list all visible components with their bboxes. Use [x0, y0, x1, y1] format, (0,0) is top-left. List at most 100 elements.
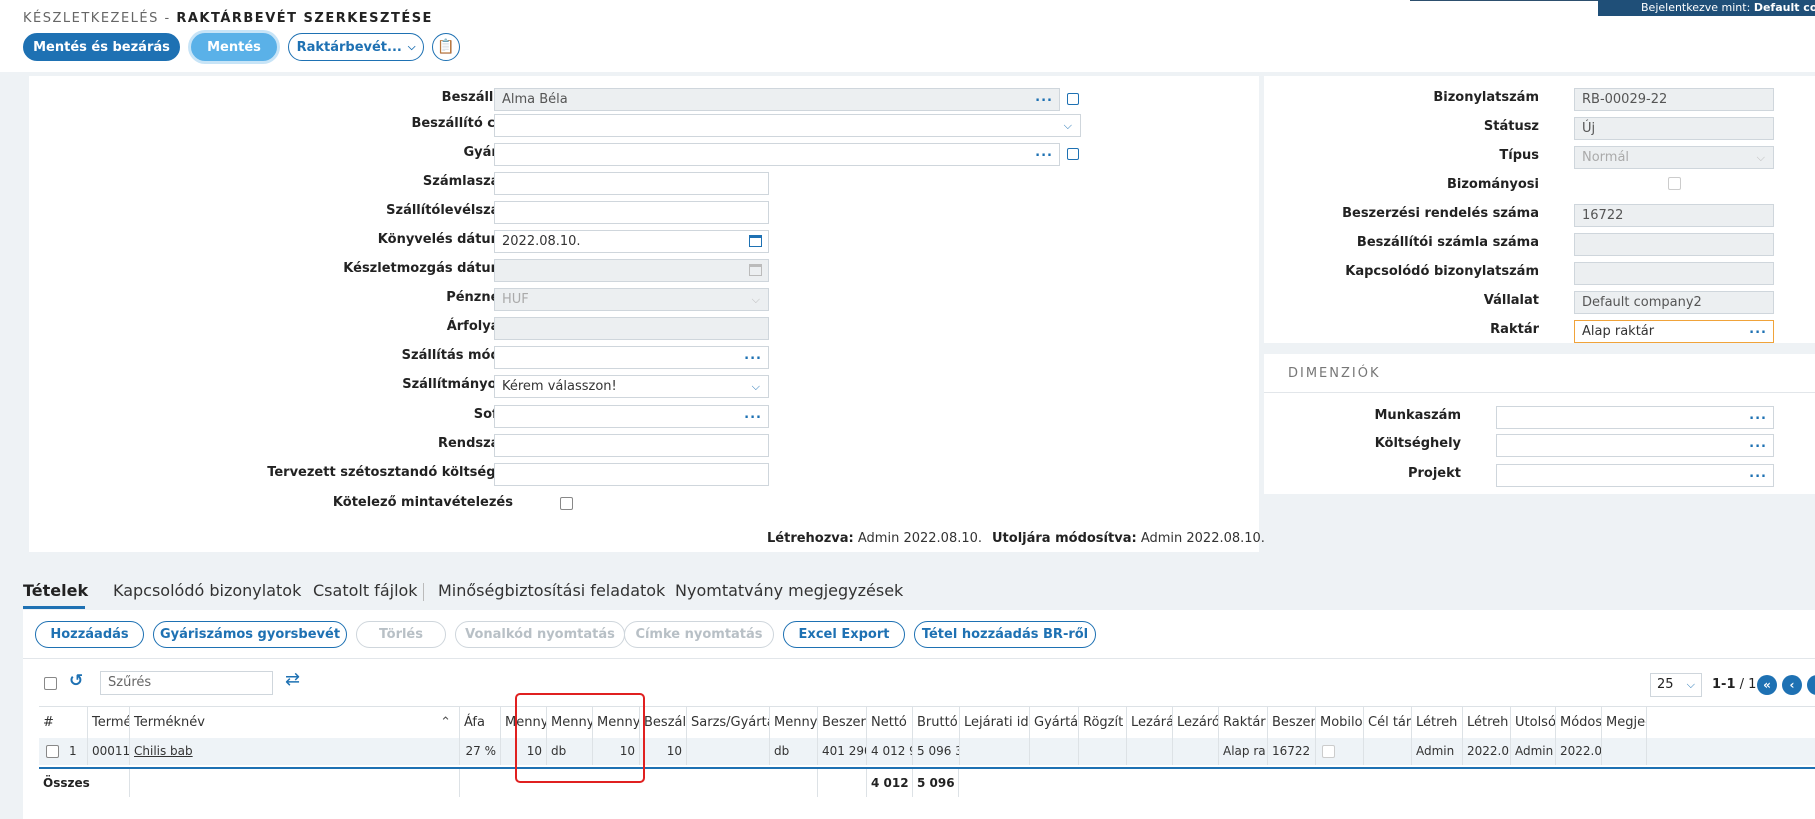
doc-number-field[interactable]: RB-00029-22 [1574, 88, 1774, 111]
serial-quick-receipt-button[interactable]: Gyáriszámos gyorsbevét [153, 621, 347, 648]
sampling-checkbox[interactable] [560, 497, 573, 510]
mobile-cell [1315, 738, 1363, 765]
row-checkbox[interactable] [46, 745, 59, 758]
carrier-select[interactable]: Kérem válasszon! ⌵ [494, 375, 769, 398]
lookup-dots-icon[interactable]: ... [1749, 321, 1767, 340]
lookup-dots-icon[interactable]: ... [744, 406, 762, 425]
tab-attached-files[interactable]: Csatolt fájlok [313, 581, 418, 600]
document-actions-dropdown[interactable]: Raktárbevét... ⌵ [288, 33, 424, 61]
job-number-field[interactable]: ... [1496, 406, 1774, 429]
invoice-number-field[interactable] [494, 172, 769, 195]
warehouse-field[interactable]: Alap raktár ... [1574, 320, 1774, 343]
column-header[interactable]: Sarzs/Gyártá [686, 707, 769, 739]
save-and-close-button[interactable]: Mentés és bezárás [23, 33, 180, 61]
column-header[interactable]: Beszer: [817, 707, 866, 739]
company-field[interactable]: Default company2 [1574, 291, 1774, 314]
column-header[interactable]: Lezárá [1126, 707, 1172, 739]
column-header[interactable]: Terméknév ⌃ [129, 707, 459, 739]
lookup-dots-icon[interactable]: ... [1749, 407, 1767, 426]
breadcrumb-parent[interactable]: KÉSZLETKEZELÉS - [23, 11, 171, 26]
product-name-link[interactable]: Chilis bab [129, 738, 459, 765]
column-header[interactable]: Raktár [1218, 707, 1267, 739]
edit-icon[interactable] [1067, 148, 1079, 160]
column-header[interactable]: Lezáró [1172, 707, 1218, 739]
add-from-receipt-button[interactable]: Tétel hozzáadás BR-ről [914, 621, 1096, 648]
lookup-dots-icon[interactable]: ... [744, 347, 762, 366]
column-header[interactable]: Áfa [459, 707, 500, 739]
planned-costs-field[interactable] [494, 463, 769, 486]
column-header[interactable]: Rögzít [1078, 707, 1126, 739]
supplier-address-select[interactable]: ⌵ [494, 114, 1081, 137]
column-header[interactable]: Létreh [1411, 707, 1462, 739]
status-field[interactable]: Új [1574, 117, 1774, 140]
supplier-field[interactable]: Alma Béla ... [494, 88, 1060, 111]
column-header[interactable]: Beszál [639, 707, 686, 739]
delivery-note-field[interactable] [494, 201, 769, 224]
column-header[interactable]: Utolsó [1510, 707, 1555, 739]
po-number-label: Beszerzési rendelés száma [1342, 206, 1539, 221]
lookup-dots-icon[interactable]: ... [1035, 89, 1053, 108]
column-header[interactable]: # [39, 707, 87, 739]
related-doc-label: Kapcsolódó bizonylatszám [1345, 264, 1539, 279]
created-at-cell: 2022.0 [1462, 738, 1510, 765]
booking-date-field[interactable]: 2022.08.10. [494, 230, 769, 253]
column-header[interactable]: Menny [769, 707, 817, 739]
barcode-print-button[interactable]: Vonalkód nyomtatás [455, 621, 625, 648]
tab-related-documents[interactable]: Kapcsolódó bizonylatok [113, 581, 301, 600]
column-header[interactable]: Nettó [866, 707, 912, 739]
swap-columns-icon[interactable]: ⇄ [285, 669, 300, 690]
driver-field[interactable]: ... [494, 405, 769, 428]
lookup-dots-icon[interactable]: ... [1749, 465, 1767, 484]
manufacturer-field[interactable]: ... [494, 143, 1060, 166]
table-row[interactable]: 1 000119 Chilis bab 27 % 10 db 10 10 db … [39, 738, 1815, 765]
calendar-icon[interactable] [749, 235, 762, 247]
column-header[interactable]: Létreh [1462, 707, 1510, 739]
sort-asc-icon[interactable]: ⌃ [440, 707, 451, 739]
column-header[interactable]: Cél tár [1363, 707, 1411, 739]
column-header[interactable]: Beszer [1267, 707, 1315, 739]
page-size-select[interactable]: 25 ⌵ [1650, 673, 1702, 697]
target-warehouse-cell [1363, 738, 1411, 765]
column-header[interactable]: Termél [87, 707, 129, 739]
supplier-invoice-field[interactable] [1574, 233, 1774, 256]
filter-input[interactable]: Szűrés [100, 671, 273, 695]
add-button[interactable]: Hozzáadás [35, 621, 144, 648]
column-header[interactable]: Lejárati id [959, 707, 1029, 739]
page-header: KÉSZLETKEZELÉS - RAKTÁRBEVÉT SZERKESZTÉS… [0, 0, 1815, 72]
lookup-dots-icon[interactable]: ... [1749, 435, 1767, 454]
excel-export-button[interactable]: Excel Export [783, 621, 905, 648]
project-field[interactable]: ... [1496, 464, 1774, 487]
cost-center-field[interactable]: ... [1496, 434, 1774, 457]
tab-items[interactable]: Tételek [23, 581, 88, 600]
tab-print-notes[interactable]: Nyomtatvány megjegyzések [675, 581, 903, 600]
currency-select[interactable]: HUF ⌵ [494, 288, 769, 311]
column-header[interactable]: Módos [1555, 707, 1601, 739]
column-header[interactable]: Megjeg [1601, 707, 1647, 739]
shipping-mode-field[interactable]: ... [494, 346, 769, 369]
po-number-field[interactable]: 16722 [1574, 204, 1774, 227]
divider [23, 658, 1815, 659]
column-header[interactable]: Mobilo [1315, 707, 1363, 739]
exchange-rate-field[interactable] [494, 317, 769, 340]
column-header[interactable]: Gyártá [1029, 707, 1078, 739]
clipboard-icon[interactable]: 📋 [432, 33, 460, 61]
plate-field[interactable] [494, 434, 769, 457]
type-select[interactable]: Normál ⌵ [1574, 146, 1774, 169]
tab-quality-tasks[interactable]: Minőségbiztosítási feladatok [438, 581, 665, 600]
refresh-icon[interactable]: ↺ [69, 671, 83, 691]
delete-button[interactable]: Törlés [356, 621, 446, 648]
select-all-checkbox[interactable] [44, 677, 57, 690]
label-print-button[interactable]: Címke nyomtatás [624, 621, 774, 648]
save-button[interactable]: Mentés [191, 33, 277, 61]
login-user: Default com [1753, 1, 1815, 14]
consignment-checkbox[interactable] [1668, 177, 1681, 190]
lookup-dots-icon[interactable]: ... [1035, 144, 1053, 163]
related-doc-field[interactable] [1574, 262, 1774, 285]
column-header[interactable]: Bruttó [912, 707, 959, 739]
first-page-icon[interactable]: « [1757, 675, 1777, 695]
prev-page-icon[interactable]: ‹ [1782, 675, 1802, 695]
booking-date-label: Könyvelés dátuma [377, 232, 513, 247]
movement-date-field[interactable] [494, 259, 769, 282]
created-by-cell: Admin [1411, 738, 1462, 765]
edit-icon[interactable] [1067, 93, 1079, 105]
